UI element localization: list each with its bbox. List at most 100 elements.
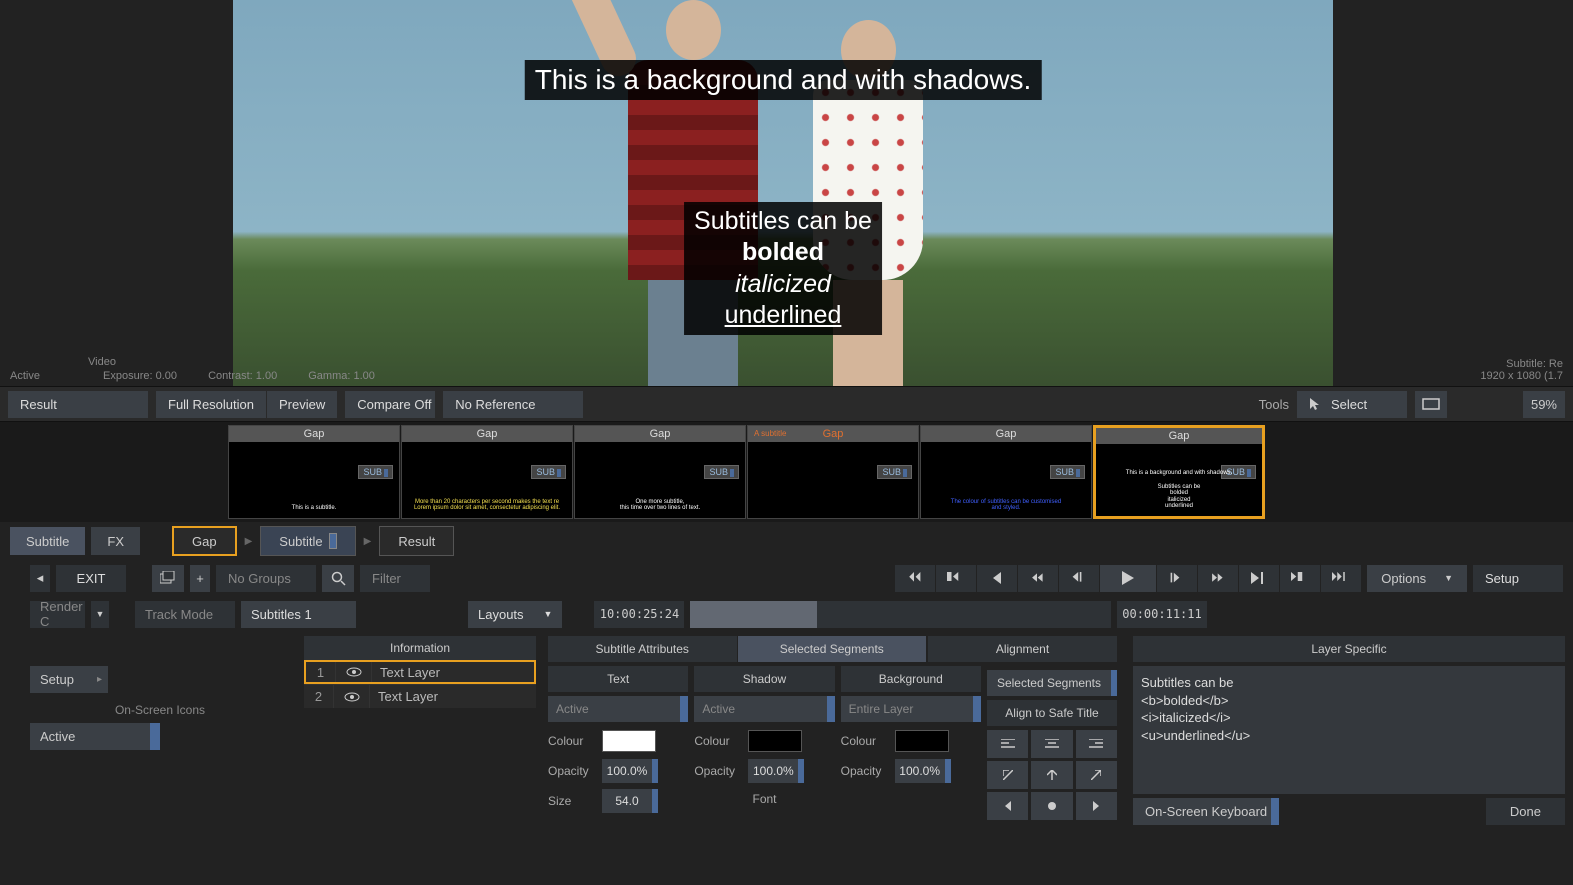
tab-subtitle[interactable]: Subtitle: [10, 527, 85, 555]
background-attributes-column: Background Entire Layer Colour Opacity10…: [841, 666, 981, 820]
render-dropdown-arrow[interactable]: ▼: [91, 601, 109, 628]
layouts-dropdown[interactable]: Layouts▼: [468, 601, 562, 628]
layer-row[interactable]: 2 Text Layer: [304, 684, 536, 708]
eye-icon: [344, 692, 360, 702]
go-to-mark-in-button[interactable]: [936, 565, 976, 592]
stack-icon: [160, 571, 176, 585]
search-icon: [331, 571, 346, 586]
text-colour-swatch[interactable]: [602, 730, 656, 752]
align-center-dot-button[interactable]: [1031, 792, 1072, 820]
result-button[interactable]: Result: [8, 391, 148, 418]
go-to-end-button[interactable]: [1321, 565, 1361, 592]
crumb-gap[interactable]: Gap: [172, 526, 237, 556]
no-reference-button[interactable]: No Reference: [443, 391, 583, 418]
search-button[interactable]: [322, 565, 354, 592]
align-top-button[interactable]: [1031, 761, 1072, 789]
tab-selected-segments[interactable]: Selected Segments: [738, 636, 927, 662]
on-screen-keyboard-button[interactable]: On-Screen Keyboard: [1133, 798, 1279, 825]
shadow-colour-swatch[interactable]: [748, 730, 802, 752]
step-forward-button[interactable]: [1198, 565, 1238, 592]
shadow-colour-label: Colour: [694, 734, 742, 748]
alignment-selected-segments[interactable]: Selected Segments: [987, 670, 1117, 696]
compare-off-button[interactable]: Compare Off: [345, 391, 435, 418]
info-video: Video: [88, 356, 375, 368]
timeline-scrubber[interactable]: [690, 601, 1111, 628]
align-center-button[interactable]: [1031, 730, 1072, 758]
next-event-button[interactable]: [1239, 565, 1279, 592]
overlay-rect-button[interactable]: [1415, 391, 1447, 418]
on-screen-icons-active-toggle[interactable]: Active: [30, 723, 160, 750]
render-dropdown[interactable]: Render C: [30, 601, 85, 628]
viewer-canvas[interactable]: This is a background and with shadows. S…: [233, 0, 1333, 386]
groups-icon-button[interactable]: [152, 565, 184, 592]
play-button[interactable]: [1100, 565, 1156, 592]
select-tool-button[interactable]: Select: [1297, 391, 1407, 418]
align-left-button[interactable]: [987, 730, 1028, 758]
layer-row[interactable]: 1 Text Layer: [304, 660, 536, 684]
background-colour-swatch[interactable]: [895, 730, 949, 752]
chevron-right-icon: ▶: [364, 536, 372, 547]
done-button[interactable]: Done: [1486, 798, 1565, 825]
tab-fx[interactable]: FX: [91, 527, 140, 555]
text-opacity-input[interactable]: 100.0%: [602, 759, 658, 783]
thumbnail-3[interactable]: Gap SUB One more subtitle,this time over…: [574, 425, 746, 519]
transport-controls: [895, 565, 1361, 592]
text-active-toggle[interactable]: Active: [548, 696, 688, 722]
preview-button[interactable]: Preview: [267, 391, 337, 418]
timecode-in[interactable]: 10:00:25:24: [594, 601, 684, 628]
thumbnail-header: Gap: [1096, 428, 1262, 444]
exit-button[interactable]: EXIT: [56, 565, 126, 592]
text-colour-label: Colour: [548, 734, 596, 748]
exit-chevron[interactable]: ◂: [30, 565, 50, 592]
zoom-level[interactable]: 59%: [1523, 391, 1565, 418]
background-opacity-input[interactable]: 100.0%: [895, 759, 951, 783]
thumbnail-strip: Gap SUB This is a subtitle.Gap SUB More …: [0, 422, 1573, 522]
shadow-col-header: Shadow: [694, 666, 834, 692]
visibility-toggle[interactable]: [334, 685, 370, 708]
tab-subtitle-attributes[interactable]: Subtitle Attributes: [548, 636, 737, 662]
thumbnail-1[interactable]: Gap SUB This is a subtitle.: [228, 425, 400, 519]
thumbnail-text: More than 20 characters per second makes…: [408, 499, 566, 512]
filter-input[interactable]: Filter: [360, 565, 430, 592]
nudge-back-button[interactable]: [1059, 565, 1099, 592]
track-mode-dropdown[interactable]: Track Mode: [135, 601, 235, 628]
align-top-right-button[interactable]: [1076, 761, 1117, 789]
thumbnail-4[interactable]: A subtitleGap SUB: [747, 425, 919, 519]
full-resolution-button[interactable]: Full Resolution: [156, 391, 266, 418]
crumb-result[interactable]: Result: [379, 526, 454, 556]
step-back-button[interactable]: [1018, 565, 1058, 592]
visibility-toggle[interactable]: [336, 662, 372, 682]
go-to-mark-out-button[interactable]: [1280, 565, 1320, 592]
layer-name: Text Layer: [370, 689, 536, 704]
crumb-subtitle[interactable]: Subtitle: [260, 526, 355, 556]
align-to-safe-title-button[interactable]: Align to Safe Title: [987, 700, 1117, 726]
setup-button[interactable]: Setup: [30, 666, 108, 693]
setup-button-top[interactable]: Setup: [1473, 565, 1563, 592]
subtitles-track-dropdown[interactable]: Subtitles 1: [241, 601, 356, 628]
align-right-button[interactable]: [1076, 730, 1117, 758]
options-dropdown[interactable]: Options▼: [1367, 565, 1467, 592]
prev-event-button[interactable]: [977, 565, 1017, 592]
info-exposure: Exposure: 0.00: [103, 370, 177, 382]
shadow-active-toggle[interactable]: Active: [694, 696, 834, 722]
tabs-row: Subtitle FX Gap ▶ Subtitle ▶ Result: [0, 522, 1573, 560]
thumbnail-2[interactable]: Gap SUB More than 20 characters per seco…: [401, 425, 573, 519]
layers-header: Information: [304, 636, 536, 660]
text-edit-panel: Layer Specific Subtitles can be <b>bolde…: [1125, 632, 1573, 862]
add-group-button[interactable]: +: [190, 565, 210, 592]
align-next-button[interactable]: [1076, 792, 1117, 820]
chevron-right-icon: ▶: [245, 536, 253, 547]
thumbnail-6[interactable]: Gap SUB This is a background and with sh…: [1093, 425, 1265, 519]
nudge-forward-button[interactable]: [1157, 565, 1197, 592]
thumbnail-5[interactable]: Gap SUB The colour of subtitles can be c…: [920, 425, 1092, 519]
text-size-input[interactable]: 54.0: [602, 789, 658, 813]
background-scope-toggle[interactable]: Entire Layer: [841, 696, 981, 722]
go-to-start-button[interactable]: [895, 565, 935, 592]
thumbnail-header: Gap: [921, 426, 1091, 442]
subtitle-text-editor[interactable]: Subtitles can be <b>bolded</b> <i>italic…: [1133, 666, 1565, 794]
align-prev-button[interactable]: [987, 792, 1028, 820]
align-top-left-button[interactable]: [987, 761, 1028, 789]
timecode-duration[interactable]: 00:00:11:11: [1117, 601, 1207, 628]
shadow-opacity-input[interactable]: 100.0%: [748, 759, 804, 783]
no-groups-dropdown[interactable]: No Groups: [216, 565, 316, 592]
